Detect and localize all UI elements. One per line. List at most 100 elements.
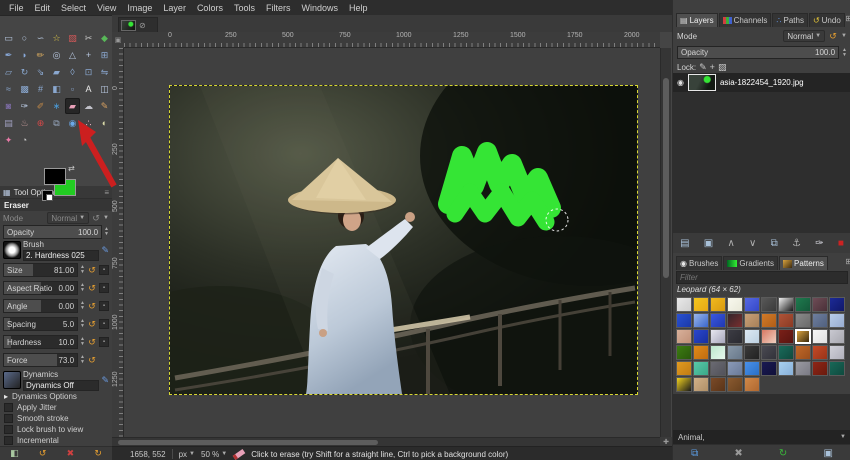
tool-button-rectangle-select[interactable]: ▭ (1, 30, 16, 46)
option-checkbox-row[interactable]: Apply Jitter (0, 402, 112, 413)
foreground-color-swatch[interactable] (44, 168, 66, 185)
tool-button-contrast[interactable]: ◐ (97, 115, 112, 131)
tool-button-dodge-burn[interactable]: ◉ (65, 115, 80, 131)
pattern-swatch[interactable] (812, 297, 828, 312)
swap-colors-icon[interactable]: ⇄ (68, 164, 75, 173)
link-option-button[interactable]: ▪ (99, 337, 109, 347)
pattern-swatch[interactable] (710, 297, 726, 312)
default-colors-icon[interactable] (42, 190, 53, 201)
pattern-swatch[interactable] (829, 361, 845, 376)
option-spinner[interactable]: ▲ ▼ (80, 301, 85, 311)
pattern-swatch[interactable] (761, 297, 777, 312)
tool-button-ink[interactable]: ✑ (17, 98, 32, 114)
tool-button-eraser[interactable]: ▰ (65, 98, 80, 114)
pattern-swatch[interactable] (812, 329, 828, 344)
layer-opacity-spinner[interactable]: ▲ ▼ (842, 47, 847, 58)
option-spinner[interactable]: ▲ ▼ (80, 355, 85, 365)
reset-option-icon[interactable]: ↺ (87, 337, 97, 348)
pattern-swatch[interactable] (795, 313, 811, 328)
pattern-swatch[interactable] (812, 345, 828, 360)
menu-item[interactable]: Edit (30, 2, 56, 14)
pattern-swatch[interactable] (744, 313, 760, 328)
layer-mode-dropdown[interactable]: Normal ▼ (783, 30, 826, 42)
layer-action-button-merge-layer[interactable]: ✑ (815, 238, 823, 249)
reset-option-icon[interactable]: ↺ (87, 265, 97, 276)
pattern-swatch[interactable] (693, 313, 709, 328)
layer-opacity-slider[interactable]: Opacity 100.0 (677, 46, 840, 59)
tool-button-airbrush[interactable]: ☁ (81, 98, 96, 114)
pattern-filter-input[interactable] (676, 271, 848, 284)
option-spinner[interactable]: ▲ ▼ (80, 319, 85, 329)
tool-button-paintbrush[interactable]: ✐ (33, 98, 48, 114)
tab-layers[interactable]: ▤ Layers (676, 13, 718, 27)
mode-switch-icon[interactable]: ▼ (103, 215, 109, 221)
mode-dropdown[interactable]: Normal ▼ (47, 212, 90, 224)
tool-button-free-select[interactable]: ∽ (33, 30, 48, 46)
pattern-swatch[interactable] (727, 313, 743, 328)
pattern-swatch[interactable] (778, 329, 794, 344)
tool-button-zoom[interactable]: ◎ (49, 47, 64, 63)
tool-button-smudge[interactable]: ✎ (97, 98, 112, 114)
pattern-swatch[interactable] (795, 345, 811, 360)
pattern-swatch[interactable] (829, 345, 845, 360)
pattern-swatch[interactable] (710, 313, 726, 328)
pattern-category-dropdown[interactable]: Animal, ▼ (673, 430, 850, 444)
edit-dynamics-icon[interactable]: ✎ (101, 375, 109, 386)
tool-button-cage-transform[interactable]: ▩ (17, 81, 32, 97)
checkbox[interactable] (4, 436, 13, 445)
tool-button-blur-sharpen[interactable]: ⧉ (49, 115, 64, 131)
tool-button-unified-transform[interactable]: ⊡ (81, 64, 96, 80)
tool-button-crop[interactable]: ▱ (1, 64, 16, 80)
tool-button-pencil[interactable]: ✏ (33, 47, 48, 63)
pattern-swatch[interactable] (829, 329, 845, 344)
layer-visibility-icon[interactable]: ◉ (677, 78, 684, 87)
menu-item[interactable]: Help (344, 2, 373, 14)
vertical-scrollbar[interactable] (660, 48, 671, 437)
lock-pixels-icon[interactable]: ✎ (699, 62, 707, 73)
menu-item[interactable]: File (4, 2, 29, 14)
layer-mode-switch-icon[interactable]: ↺ (828, 31, 838, 42)
reset-option-icon[interactable]: ↺ (87, 355, 97, 366)
tab-patterns[interactable]: Patterns (779, 256, 828, 270)
checkbox[interactable] (4, 403, 13, 412)
pattern-footer-button-refresh-patterns[interactable]: ↻ (779, 448, 787, 459)
pattern-swatch[interactable] (727, 329, 743, 344)
pattern-swatch[interactable] (676, 377, 692, 392)
tab-paths[interactable]: ∴ Paths (772, 13, 808, 27)
pattern-swatch[interactable] (795, 361, 811, 376)
tool-button-ellipse-select[interactable]: ○ (17, 30, 32, 46)
tool-button-color-picker[interactable]: ◗ (17, 47, 32, 63)
pattern-swatch[interactable] (693, 361, 709, 376)
option-slider[interactable]: Size 81.00 (3, 263, 79, 277)
layer-mode-chevron-icon[interactable]: ▼ (841, 33, 847, 39)
option-slider[interactable]: Angle 0.00 (3, 299, 79, 313)
pattern-swatch[interactable] (778, 345, 794, 360)
unit-dropdown[interactable]: px ▼ (179, 450, 195, 459)
dynamics-options-expander[interactable]: ▸ Dynamics Options (0, 391, 112, 402)
pattern-footer-button-delete-pattern[interactable]: ✖ (734, 448, 742, 459)
tool-button-warp-transform[interactable]: ≈ (1, 81, 16, 97)
pattern-swatch[interactable] (676, 297, 692, 312)
tool-button-measure[interactable]: △ (65, 47, 80, 63)
layer-action-button-anchor-layer[interactable]: ⚓ (792, 238, 801, 249)
pattern-footer-button-duplicate-pattern[interactable]: ⧉ (691, 448, 698, 459)
tool-button-select-by-color[interactable]: ▧ (65, 30, 80, 46)
layer-action-button-duplicate-layer[interactable]: ⧉ (771, 238, 778, 249)
tool-button-paths[interactable]: ✒ (1, 47, 16, 63)
canvas-area[interactable] (124, 48, 660, 437)
menu-item[interactable]: Windows (296, 2, 343, 14)
tool-button-rotate[interactable]: ↻ (17, 64, 32, 80)
tool-button-scale[interactable]: ⇘ (33, 64, 48, 80)
tool-button-gradient[interactable]: ∗ (49, 98, 64, 114)
pattern-swatch[interactable] (676, 361, 692, 376)
option-slider[interactable]: Hardness 10.0 (3, 335, 79, 349)
menu-item[interactable]: Colors (192, 2, 228, 14)
option-checkbox-row[interactable]: Smooth stroke (0, 413, 112, 424)
pattern-swatch[interactable] (778, 361, 794, 376)
footer-button-reset-options[interactable]: ↻ (94, 448, 102, 459)
reset-option-icon[interactable]: ↺ (87, 301, 97, 312)
tool-button-flame[interactable]: ✦ (1, 132, 16, 148)
brush-name-field[interactable]: 2. Hardness 025 (23, 249, 100, 261)
vertical-ruler[interactable]: 0 250 500 750 1000 1250 (112, 48, 124, 437)
pattern-swatch[interactable] (812, 361, 828, 376)
